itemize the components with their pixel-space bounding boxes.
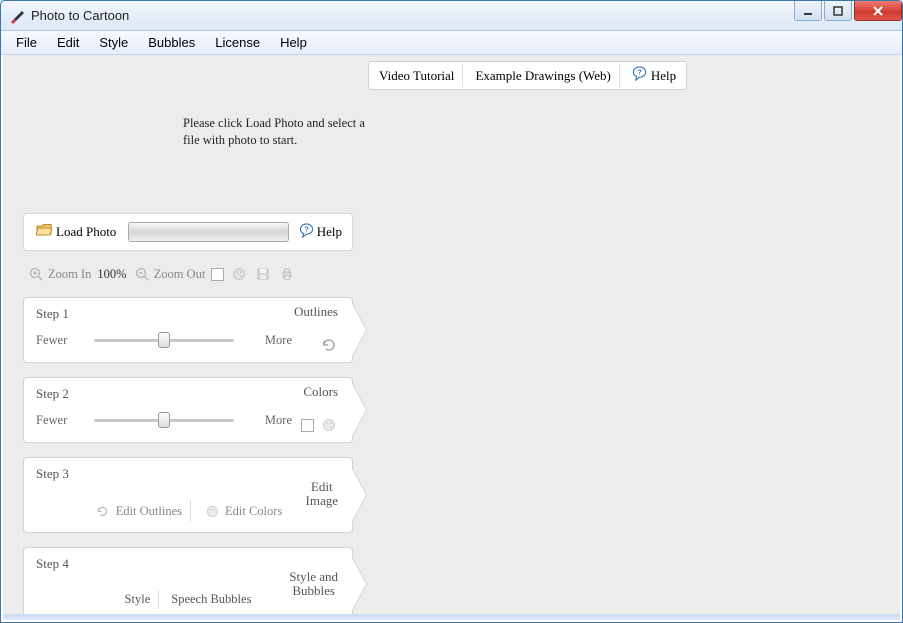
video-tutorial-link[interactable]: Video Tutorial <box>371 64 463 87</box>
menu-edit[interactable]: Edit <box>48 33 88 52</box>
zoom-checkbox[interactable] <box>211 268 224 281</box>
top-links: Video Tutorial Example Drawings (Web) ? … <box>368 61 687 90</box>
load-row: Load Photo ? Help <box>23 213 353 251</box>
maximize-button[interactable] <box>824 1 852 21</box>
app-window: Photo to Cartoon File Edit Style Bubbles… <box>0 0 903 623</box>
step2-checkbox[interactable] <box>301 419 314 432</box>
step2-panel: Step 2 Colors Fewer More <box>23 377 353 443</box>
edit-outlines-button[interactable]: Edit Outlines <box>86 500 191 522</box>
step3-panel: Step 3 Edit Image Edit Outlines <box>23 457 353 533</box>
help-link[interactable]: ? Help <box>624 64 684 87</box>
svg-text:?: ? <box>637 67 642 76</box>
progress-bar <box>128 222 288 242</box>
step2-high-label: More <box>248 413 292 428</box>
zoom-out-button[interactable]: Zoom Out <box>133 265 206 283</box>
instruction-text: Please click Load Photo and select a fil… <box>183 115 383 149</box>
button-label: Style <box>125 592 151 607</box>
refresh-icon[interactable] <box>320 336 338 354</box>
button-label: Edit Outlines <box>116 504 182 519</box>
load-photo-button[interactable]: Load Photo <box>30 221 122 243</box>
menu-help[interactable]: Help <box>271 33 316 52</box>
step4-panel: Step 4 Style and Bubbles Style Speech Bu… <box>23 547 353 620</box>
menu-file[interactable]: File <box>7 33 46 52</box>
style-button[interactable]: Style <box>117 590 160 609</box>
window-title: Photo to Cartoon <box>31 8 129 23</box>
menu-style[interactable]: Style <box>90 33 137 52</box>
zoom-row: Zoom In 100% Zoom Out <box>23 265 353 283</box>
link-label: Video Tutorial <box>379 68 454 84</box>
folder-open-icon <box>36 223 52 241</box>
help-bubble-icon: ? <box>632 66 647 85</box>
minimize-button[interactable] <box>794 1 822 21</box>
close-button[interactable] <box>854 1 902 21</box>
brush-icon <box>9 8 25 24</box>
print-icon[interactable] <box>278 265 296 283</box>
zoom-in-button[interactable]: Zoom In <box>27 265 91 283</box>
load-help-button[interactable]: ? Help <box>295 221 346 244</box>
step3-title: Step 3 <box>36 466 340 482</box>
palette-icon <box>203 502 221 520</box>
example-drawings-link[interactable]: Example Drawings (Web) <box>467 64 619 87</box>
step1-panel: Step 1 Outlines Fewer More <box>23 297 353 363</box>
bottom-frame-edge <box>3 614 900 620</box>
step4-right-label: Style and Bubbles <box>289 570 338 599</box>
menu-license[interactable]: License <box>206 33 269 52</box>
link-label: Help <box>651 68 676 84</box>
save-icon[interactable] <box>254 265 272 283</box>
button-label: Load Photo <box>56 224 116 240</box>
step1-low-label: Fewer <box>36 333 80 348</box>
menu-bubbles[interactable]: Bubbles <box>139 33 204 52</box>
titlebar: Photo to Cartoon <box>1 1 902 31</box>
step1-high-label: More <box>248 333 292 348</box>
window-buttons <box>794 1 902 21</box>
zoom-percent: 100% <box>97 267 126 282</box>
edit-colors-button[interactable]: Edit Colors <box>195 500 290 522</box>
menubar: File Edit Style Bubbles License Help <box>1 31 902 55</box>
help-bubble-icon: ? <box>299 223 314 242</box>
zoom-in-label: Zoom In <box>48 267 91 282</box>
link-label: Example Drawings (Web) <box>475 68 610 84</box>
zoom-out-label: Zoom Out <box>154 267 206 282</box>
button-label: Speech Bubbles <box>171 592 251 607</box>
magnify-minus-icon <box>133 265 151 283</box>
palette-icon[interactable] <box>230 265 248 283</box>
refresh-icon <box>94 502 112 520</box>
step2-right-label: Colors <box>303 384 338 400</box>
step3-right-label: Edit Image <box>306 480 338 509</box>
client-area: Video Tutorial Example Drawings (Web) ? … <box>1 55 902 622</box>
step2-slider[interactable] <box>94 410 234 430</box>
step2-title: Step 2 <box>36 386 340 402</box>
palette-icon[interactable] <box>320 416 338 434</box>
button-label: Edit Colors <box>225 504 282 519</box>
magnify-plus-icon <box>27 265 45 283</box>
step1-right-label: Outlines <box>294 304 338 320</box>
step1-slider[interactable] <box>94 330 234 350</box>
left-column: Load Photo ? Help <box>23 213 353 620</box>
svg-text:?: ? <box>304 224 309 233</box>
step2-low-label: Fewer <box>36 413 80 428</box>
button-label: Help <box>317 224 342 240</box>
speech-bubbles-button[interactable]: Speech Bubbles <box>163 590 259 609</box>
